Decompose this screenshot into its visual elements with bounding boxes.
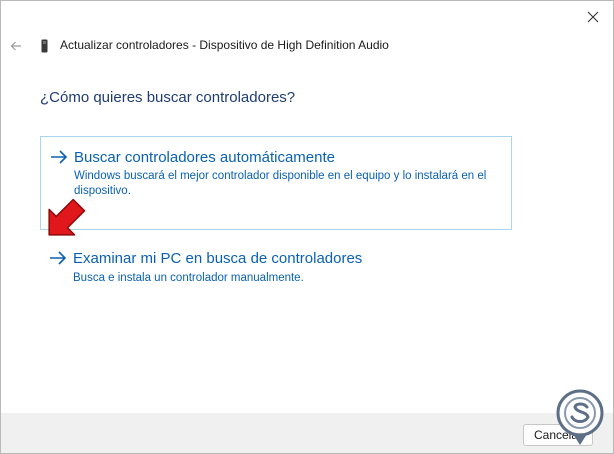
option-search-automatically[interactable]: Buscar controladores automáticamente Win… xyxy=(40,136,512,230)
close-icon xyxy=(587,11,599,23)
back-arrow-icon xyxy=(10,41,21,51)
arrow-right-icon xyxy=(50,251,67,265)
page-heading: ¿Cómo quieres buscar controladores? xyxy=(40,89,296,106)
site-logo-watermark xyxy=(556,389,604,445)
close-button[interactable] xyxy=(579,5,607,29)
update-drivers-dialog: Actualizar controladores - Dispositivo d… xyxy=(0,0,614,454)
window-title: Actualizar controladores - Dispositivo d… xyxy=(60,38,389,52)
arrow-right-icon xyxy=(51,150,68,164)
option-title: Buscar controladores automáticamente xyxy=(74,149,335,166)
option-description: Windows buscará el mejor controlador dis… xyxy=(74,170,487,197)
title-bar: Actualizar controladores - Dispositivo d… xyxy=(1,31,613,61)
option-description: Busca e instala un controlador manualmen… xyxy=(73,272,304,284)
option-browse-computer[interactable]: Examinar mi PC en busca de controladores… xyxy=(40,243,512,301)
back-button[interactable] xyxy=(7,37,25,55)
option-title: Examinar mi PC en busca de controladores xyxy=(73,250,363,267)
dialog-footer: Cancelar xyxy=(1,413,613,453)
device-driver-icon xyxy=(41,39,48,53)
red-pointer-arrow-icon xyxy=(48,198,86,236)
